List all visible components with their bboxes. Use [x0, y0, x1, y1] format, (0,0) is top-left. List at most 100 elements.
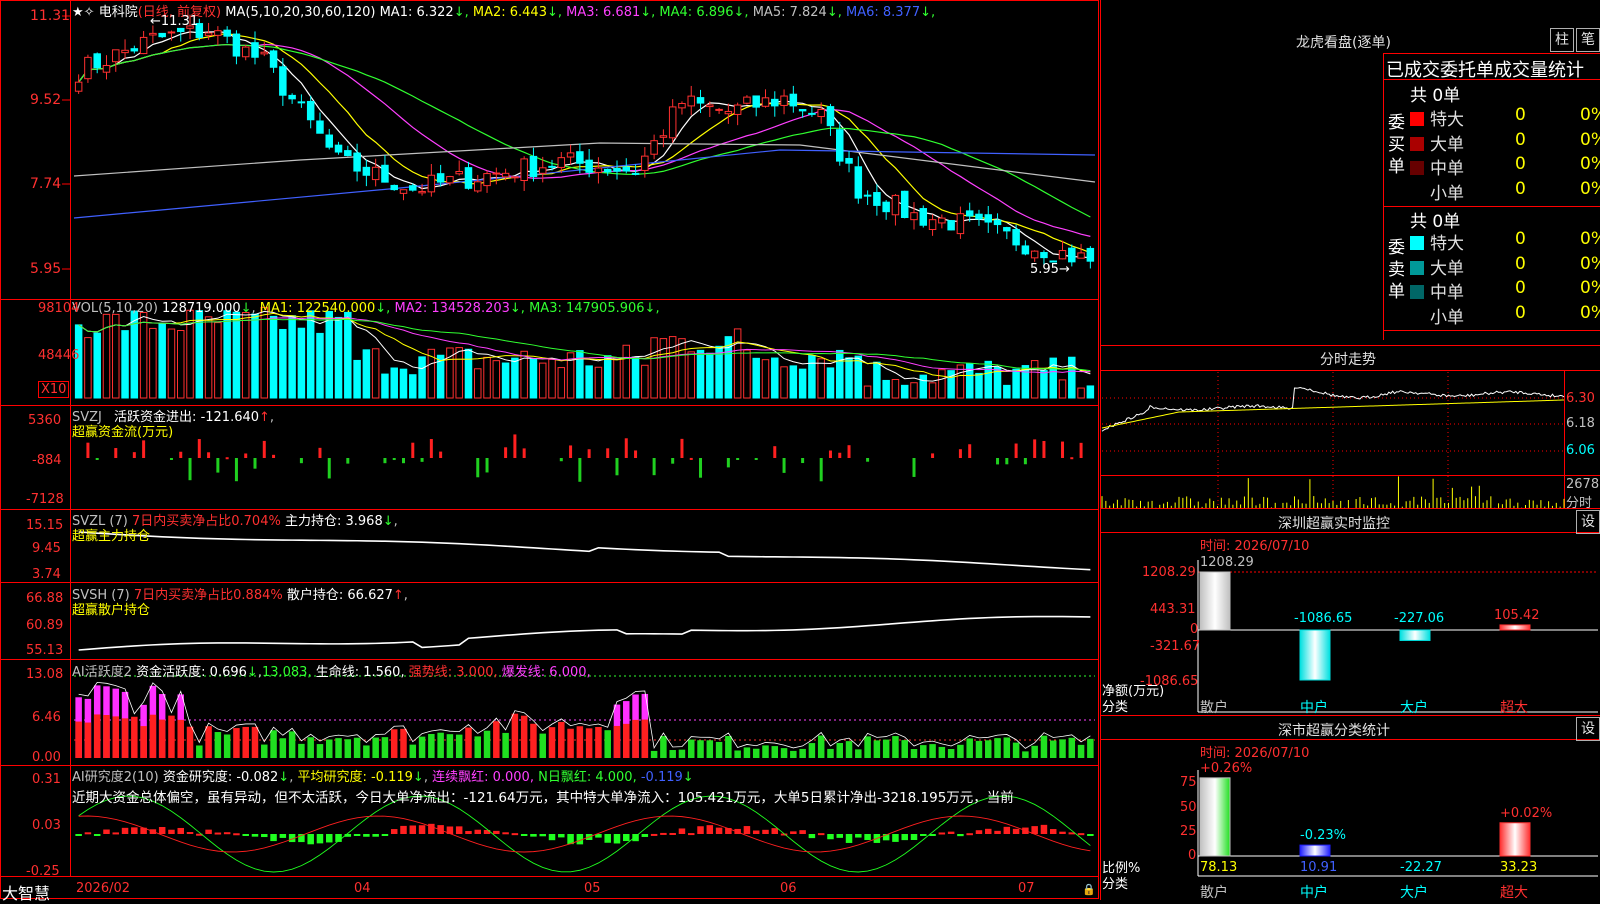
bar-toggle-button[interactable]: 柱	[1550, 28, 1574, 52]
research-bar	[242, 834, 249, 836]
activity-bar	[1040, 735, 1048, 758]
candle-body	[399, 189, 408, 194]
bar-value-label: 105.42	[1494, 607, 1540, 623]
ma-item-6[interactable]: MA6: 8.377	[846, 5, 920, 20]
buy-order-percent: 0%	[1580, 178, 1600, 199]
fund-flow-bar	[114, 448, 118, 458]
candle-body	[529, 155, 538, 178]
activity-bar	[437, 732, 444, 758]
svsh-tick-1: 60.89	[26, 618, 64, 633]
volume-bar	[845, 357, 853, 399]
sz-settings-button[interactable]: 设	[1576, 510, 1600, 534]
research-bar	[279, 834, 287, 838]
activity-bar	[1068, 737, 1076, 758]
x-label-1: 04	[354, 881, 371, 896]
fund-flow-bar	[1061, 441, 1065, 458]
fund-flow-bar	[197, 439, 201, 458]
activity-bar	[335, 738, 342, 758]
fund-flow-bar	[782, 458, 786, 473]
activity-bar	[474, 736, 482, 758]
ma-item-3[interactable]: MA3: 6.681	[566, 5, 640, 20]
fund-flow-bar	[912, 458, 916, 477]
activity-bar	[131, 716, 138, 758]
candle-body	[900, 190, 909, 218]
candle-body	[297, 101, 306, 104]
sh-settings-button[interactable]: 设	[1576, 717, 1600, 741]
volume-bar	[483, 356, 491, 399]
volume-bar	[529, 358, 538, 399]
research-bar	[650, 833, 658, 836]
change-label: -0.23%	[1300, 828, 1346, 844]
activity-bar	[697, 740, 704, 758]
research-bar	[762, 829, 769, 834]
activity-bar	[650, 750, 658, 758]
tick-toggle-button[interactable]: 笔	[1576, 28, 1600, 52]
fund-flow-bar	[699, 458, 703, 478]
fund-flow-bar	[736, 458, 740, 460]
stock-chart-area[interactable]	[0, 0, 1600, 900]
intraday-tick-2: 6.06	[1566, 443, 1595, 458]
activity-bar	[233, 728, 240, 758]
buy-order-percent: 0%	[1580, 154, 1600, 174]
vol-ma-item-1[interactable]: MA1: 122540.000	[260, 301, 375, 316]
ma-item-4[interactable]: MA4: 6.896	[659, 5, 733, 20]
main-y-tick: 11.31	[30, 8, 71, 24]
activity-bar	[223, 734, 231, 758]
candle-body	[585, 159, 593, 173]
vol-ma-item-2[interactable]: MA2: 134528.203	[394, 301, 509, 316]
fund-flow-bar	[615, 458, 619, 476]
activity-bar	[743, 747, 751, 758]
fund-flow-bar	[439, 451, 443, 458]
activity-bar	[669, 750, 676, 758]
candle-body	[780, 95, 788, 106]
candle-body	[455, 170, 463, 175]
activity-bar	[1049, 740, 1057, 758]
ma-indicator-label[interactable]: MA(5,10,20,30,60,120)	[225, 5, 375, 20]
activity-bar	[121, 718, 129, 758]
ma-item-1[interactable]: MA1: 6.322	[380, 5, 454, 20]
high-price-label: ←11.31	[150, 14, 199, 29]
activity-bar	[882, 739, 890, 758]
color-swatch	[1410, 161, 1424, 175]
research-bar	[808, 834, 816, 839]
ma-item-2[interactable]: MA2: 6.443	[473, 5, 547, 20]
ai-active-header: AI活跃度2 资金活跃度: 0.696↓,13.083, 生命线: 1.560,…	[72, 665, 591, 680]
activity-bar	[548, 727, 556, 758]
volume-bar	[344, 311, 352, 399]
sh-tick-1: 50	[1180, 800, 1197, 815]
volume-bar	[334, 316, 343, 399]
candle-body	[984, 214, 993, 223]
candle-body	[102, 65, 111, 73]
lock-icon[interactable]: 🔒	[1082, 883, 1096, 896]
category-bar	[1399, 629, 1431, 641]
candle-body	[706, 104, 714, 108]
candle-body	[511, 176, 519, 179]
fund-flow-bar	[169, 458, 173, 460]
research-bar	[121, 827, 129, 834]
vol-ma-item-3[interactable]: MA3: 147905.906	[529, 301, 644, 316]
candle-body	[409, 185, 417, 191]
buy-order-count: 0	[1515, 178, 1526, 199]
fund-flow-bar	[1014, 443, 1018, 458]
order-stats-title: 已成交委托单成交量统计	[1386, 60, 1584, 81]
fund-flow-bar	[262, 440, 266, 458]
activity-bar	[84, 722, 92, 758]
volume-bar	[641, 364, 649, 399]
buy-total: 共 0单	[1410, 86, 1461, 106]
volume-bar	[158, 323, 166, 399]
activity-bar	[762, 745, 769, 758]
stock-name[interactable]: 电科院	[99, 5, 138, 20]
volume-bar	[780, 366, 788, 399]
activity-bar	[483, 730, 491, 758]
candle-body	[919, 208, 928, 226]
activity-bar	[400, 728, 407, 758]
ratio-value-label: 78.13	[1200, 860, 1238, 875]
candle-body	[501, 172, 510, 178]
ma-item-5[interactable]: MA5: 7.824	[753, 5, 827, 20]
candle-body	[316, 120, 324, 134]
volume-bar	[808, 355, 816, 399]
volume-bar	[733, 328, 742, 399]
fund-flow-bar	[346, 458, 350, 464]
fund-flow-bar	[634, 450, 638, 458]
research-bar	[966, 833, 973, 836]
